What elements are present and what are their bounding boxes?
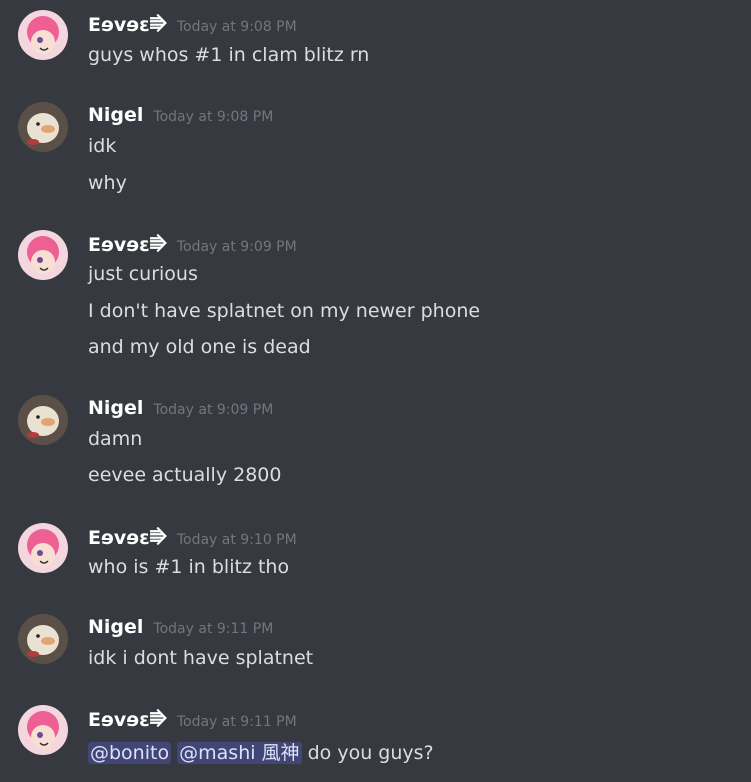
avatar-image [18, 102, 68, 152]
message-text: eevee actually 2800 [88, 464, 282, 486]
eevee-avatar[interactable] [18, 230, 68, 280]
username[interactable]: Nigel [88, 104, 143, 126]
message-text: who is #1 in blitz tho [88, 556, 290, 578]
eevee-avatar[interactable] [18, 705, 68, 755]
timestamp: Today at 9:10 PM [176, 532, 297, 548]
message-text: guys whos #1 in clam blitz rn [88, 44, 370, 66]
message-text: just curious [88, 263, 198, 285]
message-text: damn [88, 428, 143, 450]
avatar-image [18, 523, 68, 573]
timestamp: Today at 9:11 PM [153, 621, 274, 637]
avatar-image [18, 230, 68, 280]
username[interactable]: Eɘvɘɛ⭆ [88, 709, 167, 731]
eevee-avatar[interactable] [18, 523, 68, 573]
message-text-tail: do you guys? [307, 742, 434, 764]
message-text: idk i dont have splatnet [88, 647, 314, 669]
nigel-avatar[interactable] [18, 395, 68, 445]
timestamp: Today at 9:08 PM [153, 109, 274, 125]
user-mention[interactable]: @mashi 風神 [177, 742, 302, 764]
avatar-image [18, 614, 68, 664]
message-text: why [88, 172, 127, 194]
username[interactable]: Eɘvɘɛ⭆ [88, 14, 167, 36]
username[interactable]: Eɘvɘɛ⭆ [88, 527, 167, 549]
avatar-image [18, 705, 68, 755]
timestamp: Today at 9:09 PM [176, 239, 297, 255]
avatar-image [18, 10, 68, 60]
message-text: and my old one is dead [88, 336, 311, 358]
eevee-avatar[interactable] [18, 10, 68, 60]
username[interactable]: Eɘvɘɛ⭆ [88, 234, 167, 256]
message-text: idk [88, 135, 117, 157]
message-text: I don't have splatnet on my newer phone [88, 300, 481, 322]
message-text: @bonito @mashi 風神 do you guys? [88, 738, 434, 765]
nigel-avatar[interactable] [18, 102, 68, 152]
chat-window: { "messages": [ { "author": "Eɘvɘɛ⭆", "t… [0, 0, 751, 782]
nigel-avatar[interactable] [18, 614, 68, 664]
avatar-image [18, 395, 68, 445]
username[interactable]: Nigel [88, 397, 143, 419]
timestamp: Today at 9:08 PM [176, 19, 297, 35]
username[interactable]: Nigel [88, 616, 143, 638]
timestamp: Today at 9:11 PM [176, 714, 297, 730]
timestamp: Today at 9:09 PM [153, 402, 274, 418]
user-mention[interactable]: @bonito [88, 742, 172, 764]
